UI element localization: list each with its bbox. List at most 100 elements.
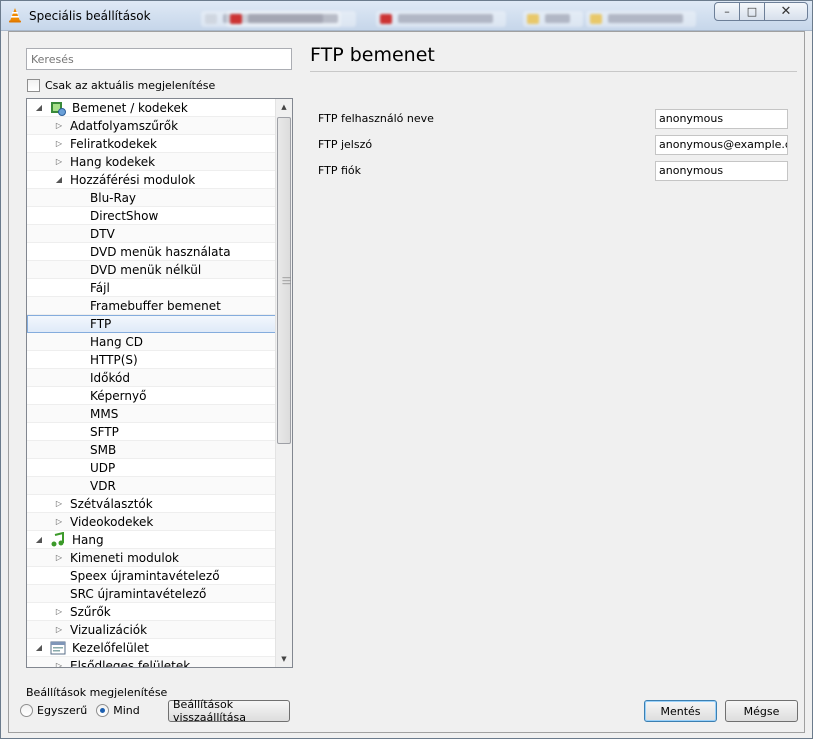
tree-collapse-arrow-icon[interactable]: ◢ bbox=[54, 171, 64, 189]
tree-item[interactable]: Fájl bbox=[27, 279, 276, 297]
dialog-client-area: Csak az aktuális megjelenítése ◢ Bemenet … bbox=[8, 31, 805, 733]
audio-note-icon bbox=[50, 531, 66, 548]
tree-expand-arrow-icon[interactable]: ▷ bbox=[54, 135, 64, 153]
tree-item[interactable]: Képernyő bbox=[27, 387, 276, 405]
tree-item[interactable]: ▷ Kimeneti modulok bbox=[27, 549, 276, 567]
tree-item[interactable]: ▷ Videokodekek bbox=[27, 513, 276, 531]
tree-item-label: Elsődleges felületek bbox=[70, 659, 191, 668]
tree-item[interactable]: ◢ Bemenet / kodekek bbox=[27, 99, 276, 117]
tree-item[interactable]: HTTP(S) bbox=[27, 351, 276, 369]
ftp-username-input[interactable]: anonymous bbox=[655, 109, 788, 129]
tree-expand-arrow-icon[interactable]: ▷ bbox=[54, 621, 64, 639]
tree-item[interactable]: SFTP bbox=[27, 423, 276, 441]
tree-item[interactable]: DirectShow bbox=[27, 207, 276, 225]
settings-tree-items: ◢ Bemenet / kodekek ▷ Adatfolyamszűrők ▷ Feli… bbox=[27, 99, 276, 668]
tree-expand-arrow-icon[interactable]: ▷ bbox=[54, 549, 64, 567]
show-current-only-checkbox[interactable] bbox=[27, 78, 40, 92]
show-current-only-label: Csak az aktuális megjelenítése bbox=[45, 78, 216, 92]
tree-item-label: DVD menük nélkül bbox=[90, 263, 202, 277]
simple-radio[interactable] bbox=[20, 703, 33, 717]
title-bar[interactable]: Speciális beállítások – □ ✕ bbox=[1, 1, 812, 31]
tree-item-label: DirectShow bbox=[90, 209, 159, 223]
tree-item[interactable]: ◢ Kezelőfelület bbox=[27, 639, 276, 657]
tree-collapse-arrow-icon[interactable]: ◢ bbox=[34, 531, 44, 549]
tree-item-label: VDR bbox=[90, 479, 116, 493]
scroll-up-button[interactable]: ▲ bbox=[276, 99, 292, 115]
tree-item-label: Adatfolyamszűrők bbox=[70, 119, 179, 133]
tree-expand-arrow-icon[interactable]: ▷ bbox=[54, 117, 64, 135]
show-current-only-checkbox-row[interactable]: Csak az aktuális megjelenítése bbox=[27, 77, 215, 93]
tree-item-label: SRC újramintavételező bbox=[70, 587, 207, 601]
vlc-cone-icon bbox=[9, 8, 21, 23]
tree-item-label: MMS bbox=[90, 407, 119, 421]
tree-item-label: Vizualizációk bbox=[70, 623, 148, 637]
scroll-down-button[interactable]: ▼ bbox=[276, 651, 292, 667]
minimize-button[interactable]: – bbox=[714, 2, 740, 21]
tree-item-label: Feliratkodekek bbox=[70, 137, 158, 151]
scroll-up-icon: ▲ bbox=[281, 103, 287, 111]
tree-item-label: Hang kodekek bbox=[70, 155, 156, 169]
scroll-thumb[interactable]: — — — bbox=[277, 117, 291, 444]
save-button[interactable]: Mentés bbox=[644, 700, 717, 722]
tree-item[interactable]: ◢ Hozzáférési modulok bbox=[27, 171, 276, 189]
tree-item-label: Időkód bbox=[90, 371, 130, 385]
reset-preferences-button[interactable]: Beállítások visszaállítása bbox=[168, 698, 290, 724]
close-button[interactable]: ✕ bbox=[764, 2, 808, 21]
tree-item[interactable]: DTV bbox=[27, 225, 276, 243]
tree-item[interactable]: ▷ Szűrők bbox=[27, 603, 276, 621]
tree-item[interactable]: DVD menük használata bbox=[27, 243, 276, 261]
tree-expand-arrow-icon[interactable]: ▷ bbox=[54, 513, 64, 531]
tree-item[interactable]: VDR bbox=[27, 477, 276, 495]
all-radio[interactable] bbox=[96, 703, 110, 717]
tree-item[interactable]: Időkód bbox=[27, 369, 276, 387]
tree-item[interactable]: ▷ Feliratkodekek bbox=[27, 135, 276, 153]
tree-item-label: Kimeneti modulok bbox=[70, 551, 179, 565]
tree-item-label: Hozzáférési modulok bbox=[70, 173, 196, 187]
tree-item[interactable]: SRC újramintavételező bbox=[27, 585, 276, 603]
tree-item-label: Hang bbox=[72, 533, 104, 547]
tree-item-label: SFTP bbox=[90, 425, 119, 439]
tree-item[interactable]: DVD menük nélkül bbox=[27, 261, 276, 279]
tree-item-label: Hang CD bbox=[90, 335, 144, 349]
maximize-button[interactable]: □ bbox=[739, 2, 765, 21]
tree-scrollbar[interactable]: ▲ — — — ▼ bbox=[275, 99, 292, 667]
tree-expand-arrow-icon[interactable]: ▷ bbox=[54, 603, 64, 621]
tree-item[interactable]: UDP bbox=[27, 459, 276, 477]
preferences-window: Speciális beállítások – □ ✕ Csak az aktu… bbox=[0, 0, 813, 739]
tree-item[interactable]: Framebuffer bemenet bbox=[27, 297, 276, 315]
tree-item-label: DVD menük használata bbox=[90, 245, 231, 259]
scroll-grip-icon: — — — bbox=[282, 273, 291, 289]
tree-expand-arrow-icon[interactable]: ▷ bbox=[54, 153, 64, 171]
ftp-account-label: FTP fiók bbox=[318, 164, 362, 177]
tree-item[interactable]: Hang CD bbox=[27, 333, 276, 351]
tree-item-label: SMB bbox=[90, 443, 117, 457]
cancel-button[interactable]: Mégse bbox=[725, 700, 798, 722]
search-input[interactable] bbox=[26, 48, 292, 70]
tree-item[interactable]: ▷ Adatfolyamszűrők bbox=[27, 117, 276, 135]
tree-item[interactable]: ◢ Hang bbox=[27, 531, 276, 549]
tree-item[interactable]: Blu-Ray bbox=[27, 189, 276, 207]
display-mode-options: Egyszerű Mind bbox=[20, 702, 140, 718]
tree-item[interactable]: ▷ Vizualizációk bbox=[27, 621, 276, 639]
tree-item[interactable]: ▷ Elsődleges felületek bbox=[27, 657, 276, 668]
settings-tree[interactable]: ◢ Bemenet / kodekek ▷ Adatfolyamszűrők ▷ Feli… bbox=[26, 98, 293, 668]
tree-item[interactable]: Speex újramintavételező bbox=[27, 567, 276, 585]
ftp-account-input[interactable]: anonymous bbox=[655, 161, 788, 181]
tree-expand-arrow-icon[interactable]: ▷ bbox=[54, 657, 64, 667]
tree-item[interactable]: MMS bbox=[27, 405, 276, 423]
minimize-icon: – bbox=[724, 5, 730, 18]
tree-item[interactable]: SMB bbox=[27, 441, 276, 459]
ftp-password-input[interactable]: anonymous@example.com bbox=[655, 135, 788, 155]
panel-divider bbox=[310, 71, 797, 72]
tree-item[interactable]: ▷ Hang kodekek bbox=[27, 153, 276, 171]
tree-item-label: Szűrők bbox=[70, 605, 111, 619]
tree-item[interactable]: ▷ Szétválasztók bbox=[27, 495, 276, 513]
maximize-icon: □ bbox=[746, 5, 758, 18]
tree-collapse-arrow-icon[interactable]: ◢ bbox=[34, 639, 44, 657]
window-controls: – □ ✕ bbox=[714, 2, 808, 22]
tree-expand-arrow-icon[interactable]: ▷ bbox=[54, 495, 64, 513]
panel-title: FTP bemenet bbox=[310, 44, 435, 66]
tree-item[interactable]: FTP bbox=[27, 315, 276, 333]
tree-item-label: Képernyő bbox=[90, 389, 147, 403]
tree-collapse-arrow-icon[interactable]: ◢ bbox=[34, 99, 44, 117]
